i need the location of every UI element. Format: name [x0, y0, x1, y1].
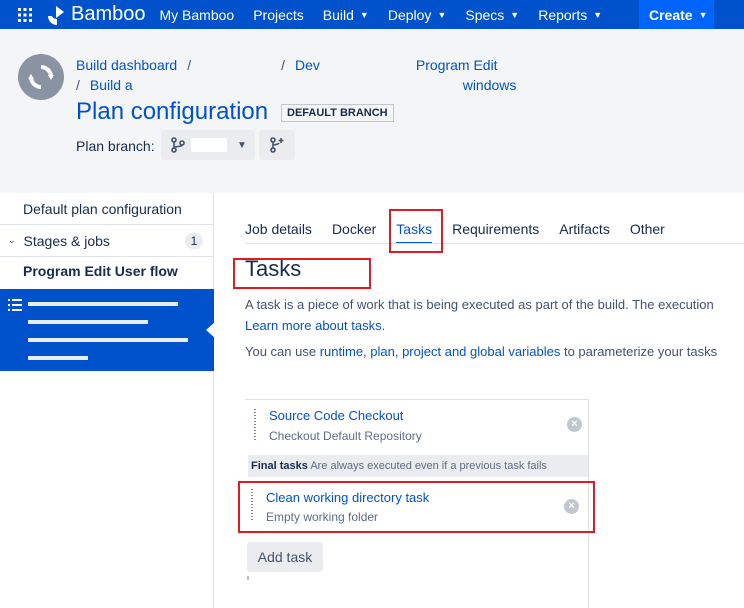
breadcrumb-plan[interactable]: Dev	[295, 57, 320, 73]
nav-deploy[interactable]: Deploy ▼	[388, 7, 447, 23]
sidebar-item-default-config[interactable]: Default plan configuration	[0, 193, 213, 225]
bamboo-logo-icon	[48, 5, 64, 25]
breadcrumb-separator: /	[76, 77, 80, 93]
breadcrumb-plan-end[interactable]: Program Edit	[416, 57, 498, 73]
chevron-down-icon: ▼	[437, 9, 447, 20]
variables-text-suffix: to parameterize your tasks	[560, 344, 718, 359]
chevron-down-icon: ▼	[698, 9, 708, 20]
redacted-job-name	[28, 294, 198, 360]
plan-branch-label: Plan branch:	[76, 138, 155, 154]
nav-label: My Bamboo	[159, 6, 235, 23]
highlight-box-tasks-tab	[389, 209, 443, 253]
stages-count-badge: 1	[185, 233, 203, 249]
chevron-down-icon: ▼	[359, 9, 369, 20]
variables-text-prefix: You can use	[245, 344, 320, 359]
variables-link[interactable]: runtime, plan, project and global variab…	[320, 344, 561, 359]
create-button[interactable]: Create ▼	[639, 0, 714, 29]
final-tasks-header: Final tasks Are always executed even if …	[248, 455, 588, 477]
top-navigation: Bamboo My Bamboo Projects Build ▼ Deploy ▼…	[0, 0, 744, 29]
highlight-box-clean-task	[238, 481, 595, 533]
page-header: Build dashboard / / Dev Program Edit / Build …	[0, 29, 744, 193]
variables-description: You can use runtime, plan, project and g…	[245, 344, 717, 359]
default-branch-badge: DEFAULT BRANCH	[281, 104, 394, 122]
branch-icon	[171, 137, 185, 153]
sidebar-item-label: Stages & jobs	[23, 232, 110, 249]
tab-requirements[interactable]: Requirements	[452, 212, 539, 242]
final-tasks-note: Are always executed even if a previous t…	[310, 460, 547, 472]
drop-zone-grip	[247, 576, 249, 580]
breadcrumb: Build dashboard / / Dev Program Edit / Build …	[76, 55, 516, 95]
breadcrumb-separator: /	[281, 57, 285, 73]
tasks-description: A task is a piece of work that is being …	[245, 294, 714, 336]
breadcrumb-separator: /	[187, 57, 192, 73]
sidebar: Default plan configuration ⌄ Stages & jo…	[0, 193, 215, 608]
final-tasks-label: Final tasks	[251, 460, 308, 472]
nav-label: Deploy	[387, 6, 432, 23]
chevron-down-icon: ▼	[237, 139, 247, 151]
tab-docker[interactable]: Docker	[332, 212, 376, 242]
tab-artifacts[interactable]: Artifacts	[559, 212, 610, 242]
chevron-down-icon: ▼	[593, 9, 603, 20]
sidebar-item-label: Program Edit User flow	[23, 263, 178, 279]
highlight-box-tasks-heading	[233, 258, 371, 289]
nav-label: Build	[322, 6, 354, 23]
nav-projects[interactable]: Projects	[253, 7, 304, 23]
chevron-down-icon: ⌄	[8, 235, 16, 245]
tab-job-details[interactable]: Job details	[245, 212, 312, 242]
breadcrumb-job[interactable]: Build a	[90, 77, 133, 93]
nav-reports[interactable]: Reports ▼	[538, 7, 602, 23]
nav-specs[interactable]: Specs ▼	[465, 7, 519, 23]
chevron-down-icon: ▼	[510, 9, 520, 20]
list-icon	[8, 299, 22, 311]
nav-label: Projects	[253, 6, 304, 23]
sidebar-item-stages[interactable]: ⌄ Stages & jobs 1	[0, 225, 213, 257]
nav-my-bamboo[interactable]: My Bamboo	[160, 7, 235, 23]
plan-branch-select[interactable]: ▼	[161, 130, 255, 160]
task-item-source-checkout[interactable]: Source Code Checkout Checkout Default Re…	[245, 400, 588, 455]
create-label: Create	[649, 6, 693, 23]
breadcrumb-job-end[interactable]: windows	[463, 77, 517, 93]
create-branch-icon	[270, 137, 284, 153]
app-switcher-icon[interactable]	[10, 0, 40, 29]
redacted-branch-value	[191, 138, 227, 152]
page-title: Plan configuration	[76, 98, 269, 125]
nav-label: Reports	[538, 6, 588, 23]
description-text: A task is a piece of work that is being …	[245, 297, 714, 312]
sidebar-item-label: Default plan configuration	[23, 200, 182, 217]
sidebar-job-selected[interactable]	[0, 289, 215, 371]
learn-more-link[interactable]: Learn more about tasks.	[245, 318, 385, 333]
plan-avatar-icon	[18, 54, 64, 100]
remove-task-icon[interactable]: ×	[567, 417, 582, 432]
add-task-button[interactable]: Add task	[247, 542, 323, 572]
breadcrumb-build-dashboard[interactable]: Build dashboard	[76, 57, 177, 73]
drag-handle-icon[interactable]	[253, 408, 257, 442]
nav-build[interactable]: Build ▼	[323, 7, 369, 23]
task-subtitle: Checkout Default Repository	[269, 429, 422, 443]
app-name: Bamboo	[71, 3, 146, 25]
sidebar-stage-name[interactable]: Program Edit User flow	[0, 257, 213, 285]
tab-other[interactable]: Other	[630, 212, 665, 242]
tab-bar: Job details Docker Tasks Requirements Ar…	[245, 212, 685, 244]
task-title[interactable]: Source Code Checkout	[269, 408, 403, 423]
tab-divider	[245, 243, 744, 244]
bamboo-logo[interactable]: Bamboo	[46, 3, 146, 26]
nav-label: Specs	[465, 6, 505, 23]
create-branch-button[interactable]	[259, 130, 295, 160]
